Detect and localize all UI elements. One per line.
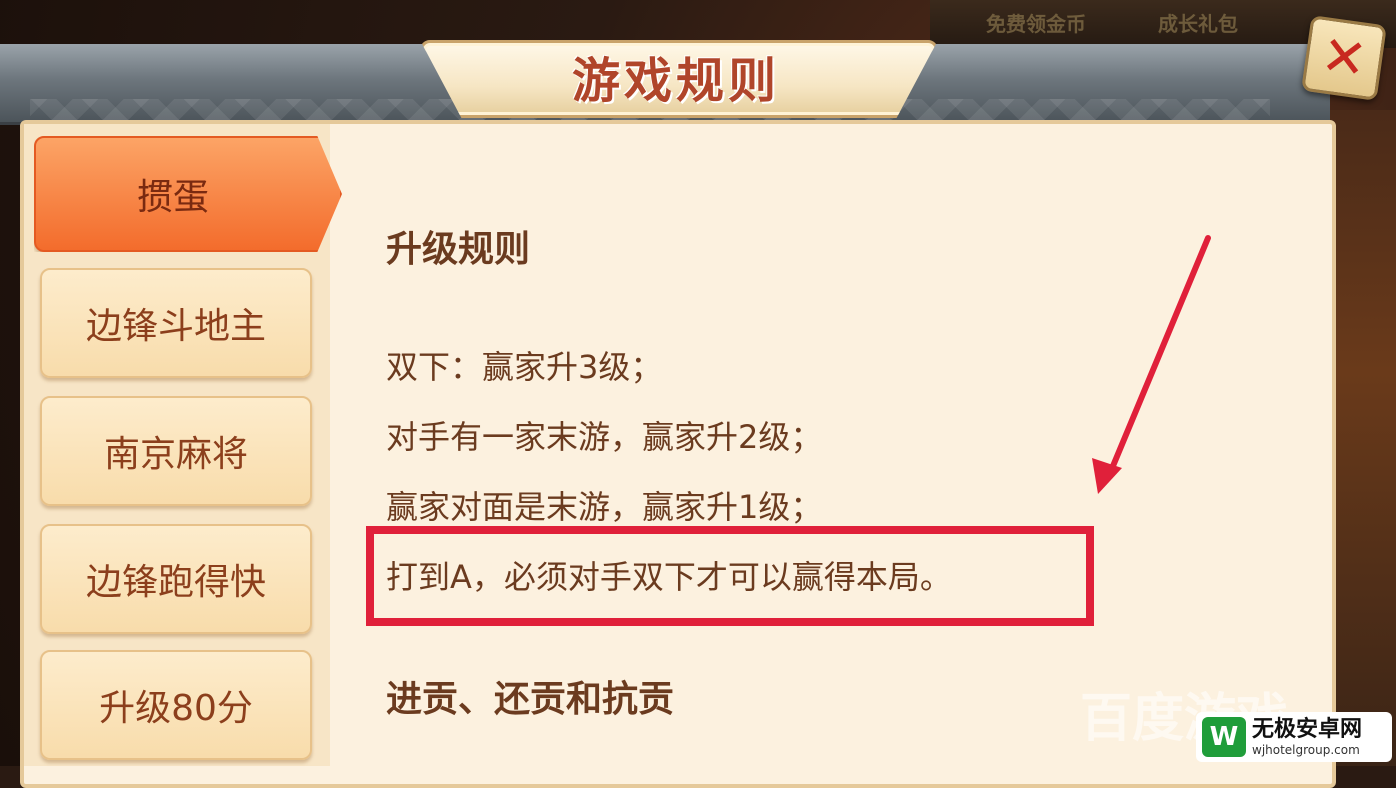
- annotation-arrow-icon: [1092, 235, 1211, 494]
- site-logo-icon: W: [1202, 717, 1246, 757]
- site-watermark-logo: W 无极安卓网 wjhotelgroup.com: [1196, 712, 1392, 762]
- site-url: wjhotelgroup.com: [1252, 742, 1360, 757]
- site-name: 无极安卓网: [1252, 716, 1363, 742]
